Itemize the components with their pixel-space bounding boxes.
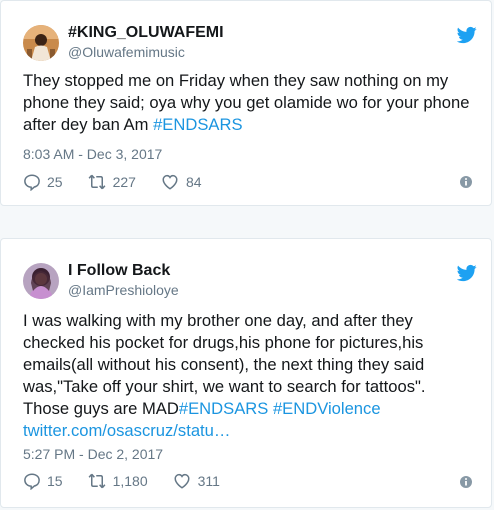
retweet-count: 1,180 [112,473,148,489]
like-button[interactable]: 84 [160,173,202,191]
tweet-text-body: They stopped me on Friday when they saw … [23,71,470,134]
retweet-count: 227 [112,174,136,190]
reply-button[interactable]: 25 [23,173,63,191]
avatar[interactable] [23,25,59,61]
reply-icon [24,473,40,490]
retweet-icon [88,473,106,489]
user-handle[interactable]: @Oluwafemimusic [68,44,185,60]
like-icon [174,473,190,489]
info-icon[interactable] [459,475,473,489]
status-link[interactable]: twitter.com/osascruz/statu… [23,421,231,440]
user-handle[interactable]: @IamPreshioloye [68,282,179,298]
tweet-actions: 25 227 84 [23,172,226,192]
retweet-button[interactable]: 1,180 [87,472,148,490]
like-icon [162,174,178,190]
display-name[interactable]: #KING_OLUWAFEMI [68,24,224,42]
hashtag-link[interactable]: #ENDSARS [153,115,242,134]
reply-button[interactable]: 15 [23,472,63,490]
tweet-text: They stopped me on Friday when they saw … [23,70,475,136]
reply-icon [24,174,40,191]
hashtag-link[interactable]: #ENDSARS [179,399,268,418]
timestamp-link[interactable]: 5:27 PM - Dec 2, 2017 [23,446,163,462]
twitter-bird-icon[interactable] [456,25,477,45]
reply-count: 25 [47,174,63,190]
avatar[interactable] [23,263,59,299]
like-button[interactable]: 311 [172,472,220,490]
like-count: 311 [197,473,220,489]
tweet-text: I was walking with my brother one day, a… [23,310,475,442]
display-name[interactable]: I Follow Back [68,262,170,280]
reply-count: 15 [47,473,63,489]
like-count: 84 [185,174,202,190]
tweet-actions: 15 1,180 311 [23,471,244,491]
retweet-button[interactable]: 227 [87,173,136,191]
hashtag-link[interactable]: #ENDViolence [273,399,381,418]
twitter-bird-icon[interactable] [456,263,477,283]
info-icon[interactable] [459,175,473,189]
timestamp-link[interactable]: 8:03 AM - Dec 3, 2017 [23,146,162,162]
tweet-card[interactable]: #KING_OLUWAFEMI @Oluwafemimusic They sto… [0,0,492,206]
tweet-card[interactable]: I Follow Back @IamPreshioloye I was walk… [0,238,492,508]
retweet-icon [88,174,106,190]
